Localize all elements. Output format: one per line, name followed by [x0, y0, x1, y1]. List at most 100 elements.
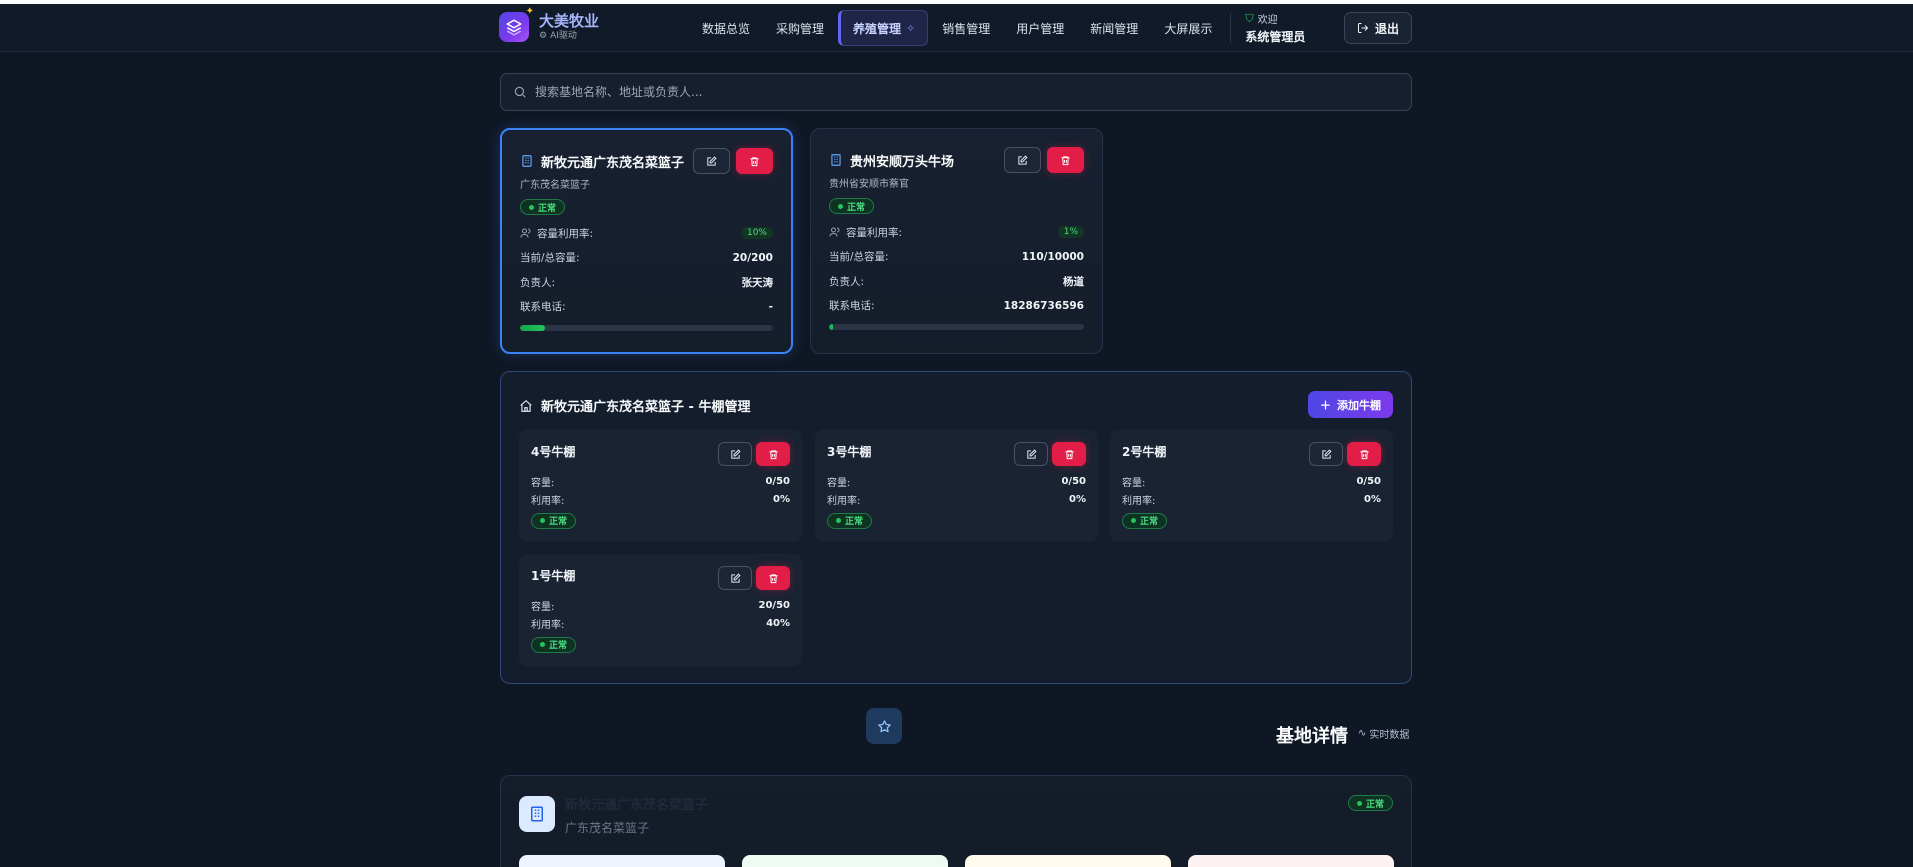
building-icon: [519, 796, 555, 832]
delete-shed-button[interactable]: [756, 566, 790, 590]
edit-shed-button[interactable]: [718, 442, 752, 466]
building-icon: [831, 154, 841, 166]
users-icon: [829, 227, 840, 237]
add-shed-label: 添加牛棚: [1337, 398, 1381, 412]
edit-icon: [730, 448, 741, 459]
detail-section-title: 基地详情: [1276, 726, 1348, 747]
util-value: 10%: [740, 227, 773, 240]
base-address: 广东茂名菜篮子: [520, 180, 590, 191]
edit-shed-button[interactable]: [1014, 442, 1048, 466]
user-name: 系统管理员: [1245, 30, 1306, 44]
delete-base-button[interactable]: [736, 148, 773, 174]
edit-base-button[interactable]: [1004, 147, 1041, 173]
status-dot: [1131, 518, 1136, 523]
shed-card[interactable]: 1号牛棚 容量: 20/50 利用率: 40% 正常: [519, 554, 802, 666]
user-info: ⛉ 欢迎 系统管理员: [1245, 11, 1305, 45]
phone-label: 联系电话:: [829, 300, 875, 313]
users-icon: [520, 228, 531, 238]
status-badge: 正常: [531, 636, 577, 653]
shed-name: 4号牛棚: [531, 445, 576, 459]
nav-bigscreen[interactable]: 大屏展示: [1152, 10, 1224, 46]
status-text: 正常: [1140, 517, 1159, 527]
edit-base-button[interactable]: [693, 148, 730, 174]
status-dot: [540, 642, 545, 647]
shed-capacity-value: 0/50: [1061, 475, 1086, 487]
base-name: 贵州安顺万头牛场: [850, 154, 955, 170]
edit-icon: [1018, 154, 1028, 165]
logout-icon: [1358, 23, 1369, 33]
owner-value: 张天涛: [741, 276, 774, 289]
stat-tile: [742, 855, 948, 867]
capacity-progress-fill: [829, 324, 833, 330]
base-card[interactable]: 贵州安顺万头牛场 贵州省安顺市蔡官 正常 容量利用率: 1% 当前/总容量: 1…: [810, 128, 1103, 354]
welcome-text: 欢迎: [1257, 15, 1278, 26]
capacity-value: 110/10000: [1021, 250, 1084, 263]
brand-name: 大美牧业: [539, 12, 600, 30]
main-nav: 数据总览 采购管理 养殖管理 ✧ 销售管理 用户管理 新闻管理 大屏展示 ⛉ 欢…: [690, 10, 1305, 46]
nav-breeding-label: 养殖管理: [853, 21, 902, 36]
stat-tile: [1188, 855, 1394, 867]
shed-capacity-value: 20/50: [758, 599, 790, 611]
shed-util-value: 0%: [773, 493, 790, 505]
shed-capacity-label: 容量:: [531, 601, 555, 613]
edit-shed-button[interactable]: [1309, 442, 1343, 466]
shed-util-label: 利用率:: [531, 619, 565, 631]
edit-icon: [730, 572, 741, 583]
logout-button[interactable]: 退出: [1344, 12, 1413, 44]
status-text: 正常: [847, 202, 866, 213]
nav-dashboard[interactable]: 数据总览: [690, 10, 762, 46]
base-detail-card: 新牧元通广东茂名菜篮子 广东茂名菜篮子 正常: [500, 775, 1412, 867]
trash-icon: [750, 156, 759, 166]
edit-shed-button[interactable]: [718, 566, 752, 590]
nav-purchase[interactable]: 采购管理: [764, 10, 836, 46]
realtime-indicator: ∿ 实时数据: [1358, 726, 1409, 741]
brand[interactable]: ✦ 大美牧业 ⚙ AI驱动: [499, 6, 600, 42]
delete-shed-button[interactable]: [1052, 442, 1086, 466]
shield-icon: ⛉: [1245, 11, 1254, 25]
capacity-progress-bar: [829, 324, 1084, 330]
nav-users[interactable]: 用户管理: [1004, 10, 1076, 46]
search-input[interactable]: [535, 85, 1395, 99]
brand-subtitle: AI驱动: [550, 31, 577, 41]
nav-sales[interactable]: 销售管理: [930, 10, 1002, 46]
status-text: 正常: [549, 517, 568, 527]
shed-card[interactable]: 2号牛棚 容量: 0/50 利用率: 0% 正常: [1110, 430, 1393, 542]
delete-shed-button[interactable]: [756, 442, 790, 466]
building-icon: [522, 155, 532, 167]
status-badge: 正常: [1347, 795, 1393, 811]
detail-base-name: 新牧元通广东茂名菜篮子: [565, 798, 709, 813]
trash-icon: [768, 573, 778, 583]
capacity-value: 20/200: [732, 251, 773, 264]
base-card[interactable]: 新牧元通广东茂名菜篮子 广东茂名菜篮子 正常 容量利用率: 10% 当前/总容量…: [500, 128, 793, 354]
stat-tile: [965, 855, 1171, 867]
nav-breeding[interactable]: 养殖管理 ✧: [838, 10, 929, 46]
status-dot: [540, 518, 545, 523]
shed-util-label: 利用率:: [1122, 495, 1156, 507]
base-name: 新牧元通广东茂名菜篮子: [541, 155, 685, 171]
trash-icon: [1359, 449, 1369, 459]
trash-icon: [768, 449, 778, 459]
trash-icon: [1064, 449, 1074, 459]
favorite-button[interactable]: [866, 708, 902, 744]
sparkle-icon: ✧: [906, 21, 916, 35]
edit-icon: [1026, 448, 1037, 459]
shed-util-value: 0%: [1069, 493, 1086, 505]
delete-base-button[interactable]: [1047, 147, 1084, 173]
shed-card[interactable]: 4号牛棚 容量: 0/50 利用率: 0% 正常: [519, 430, 802, 542]
sparkle-icon: ✦: [525, 6, 534, 17]
status-badge: 正常: [531, 512, 577, 529]
plus-icon: ＋: [1320, 398, 1331, 412]
nav-news[interactable]: 新闻管理: [1078, 10, 1150, 46]
top-navbar: ✦ 大美牧业 ⚙ AI驱动 数据总览 采购管理 养殖管理 ✧ 销售管理 用户管理…: [0, 4, 1913, 52]
owner-label: 负责人:: [520, 276, 556, 289]
shed-name: 3号牛棚: [827, 445, 872, 459]
status-badge: 正常: [829, 198, 875, 214]
add-shed-button[interactable]: ＋ 添加牛棚: [1308, 391, 1393, 418]
phone-value: 18286736596: [1003, 299, 1084, 312]
edit-icon: [1321, 448, 1332, 459]
realtime-label: 实时数据: [1369, 730, 1410, 741]
shed-util-label: 利用率:: [827, 495, 861, 507]
delete-shed-button[interactable]: [1347, 442, 1381, 466]
shed-card[interactable]: 3号牛棚 容量: 0/50 利用率: 0% 正常: [815, 430, 1098, 542]
panel-title: 新牧元通广东茂名菜篮子 - 牛棚管理: [541, 400, 751, 415]
